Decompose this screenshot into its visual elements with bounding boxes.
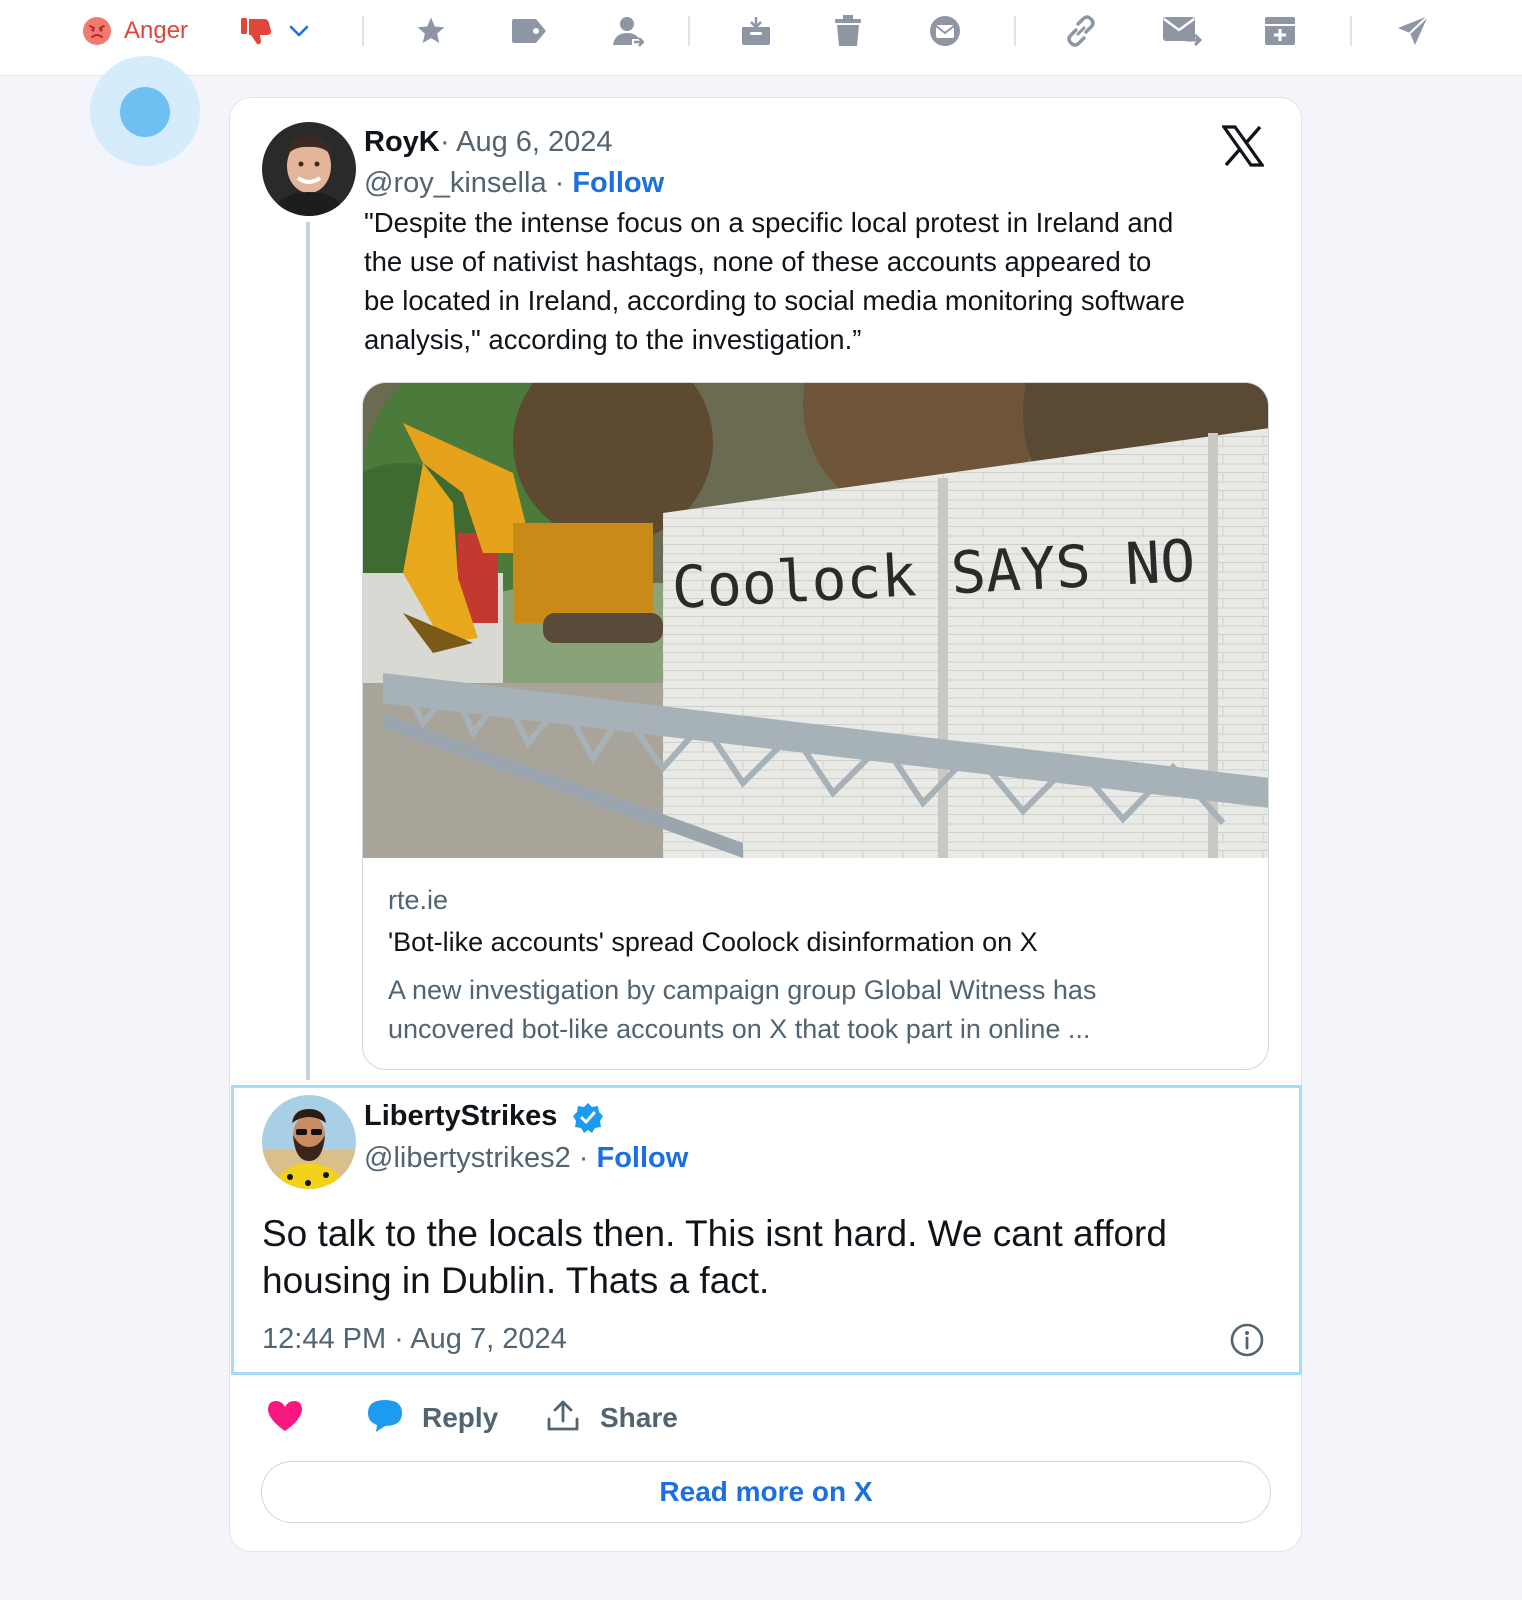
like-button[interactable] [266,1393,304,1443]
speech-bubble-icon [366,1398,404,1439]
angry-face-icon [82,16,112,46]
forward-button[interactable] [1162,14,1202,48]
trash-icon [834,15,862,47]
tweet-date[interactable]: · Aug 6, 2024 [440,126,613,159]
thumbs-down-button[interactable] [240,14,272,48]
reply-timestamp[interactable]: 12:44 PM · Aug 7, 2024 [262,1323,567,1356]
reply-follow-button[interactable]: Follow [597,1142,689,1174]
archive-button[interactable] [740,14,772,48]
link-description-line: uncovered bot-like accounts on X that to… [388,1014,1091,1044]
reply-text-line: housing in Dublin. Thats a fact. [262,1260,770,1301]
star-button[interactable] [414,14,448,48]
heart-icon [266,1399,304,1438]
copy-link-button[interactable] [1064,14,1098,48]
add-button[interactable] [1264,14,1296,48]
read-more-button[interactable]: Read more on X [261,1461,1271,1523]
roy-avatar[interactable] [262,122,356,216]
tweet-text-line: be located in Ireland, according to soci… [364,285,1185,316]
tweet-text-line: "Despite the intense focus on a specific… [364,207,1174,238]
send-button[interactable] [1396,14,1430,48]
toolbar-divider [688,16,690,46]
forward-mail-icon [1162,16,1202,46]
reply-author-handle[interactable]: @libertystrikes2 · [364,1142,588,1174]
chevron-down-icon [288,24,310,38]
share-label: Share [600,1402,678,1433]
delete-button[interactable] [834,14,862,48]
mail-open-icon [928,15,962,47]
share-button[interactable]: Share [546,1393,678,1443]
mark-read-button[interactable] [928,14,962,48]
info-icon[interactable] [1230,1323,1264,1362]
add-box-icon [1264,15,1296,47]
tag-icon [510,17,548,45]
tweet-text: "Despite the intense focus on a specific… [364,203,1274,359]
author-name[interactable]: RoyK [364,126,440,159]
link-preview-card[interactable]: Coolock SAYS NO rte.ie 'Bot-like account… [362,382,1269,1070]
reply-author-name[interactable]: LibertyStrikes [364,1100,557,1133]
reply-button[interactable]: Reply [366,1393,498,1443]
sentiment-dropdown[interactable]: Anger [82,14,188,48]
link-icon [1064,14,1098,48]
toolbar-divider [1014,16,1016,46]
link-domain: rte.ie [388,885,449,915]
reply-text: So talk to the locals then. This isnt ha… [262,1210,1272,1304]
reply-label: Reply [422,1402,499,1433]
tag-button[interactable] [510,14,548,48]
libertystrikes-avatar[interactable] [262,1095,356,1189]
link-preview-image: Coolock SAYS NO [363,383,1268,858]
assign-button[interactable] [610,14,644,48]
verified-badge-icon [572,1102,604,1139]
link-description-line: A new investigation by campaign group Gl… [388,975,1097,1005]
tweet-text-line: the use of nativist hashtags, none of th… [364,246,1152,277]
link-description: A new investigation by campaign group Gl… [388,971,1248,1049]
share-icon [546,1399,580,1438]
send-icon [1396,14,1430,48]
thumbs-down-icon [240,16,272,46]
x-logo-icon[interactable] [1220,125,1266,172]
follow-button[interactable]: Follow [572,167,664,199]
reply-text-line: So talk to the locals then. This isnt ha… [262,1213,1167,1254]
thread-connector [306,222,310,1080]
link-title[interactable]: 'Bot-like accounts' spread Coolock disin… [388,927,1038,958]
cursor-dot [120,87,170,137]
sentiment-label: Anger [124,17,189,44]
star-icon [414,15,448,47]
sentiment-menu-toggle[interactable] [288,14,310,48]
toolbar: Anger [0,0,1522,76]
archive-in-icon [740,15,772,47]
toolbar-divider [362,16,364,46]
author-handle[interactable]: @roy_kinsella · [364,167,564,199]
toolbar-divider [1350,16,1352,46]
assign-user-icon [610,15,644,47]
tweet-text-line: analysis," according to the investigatio… [364,324,862,355]
